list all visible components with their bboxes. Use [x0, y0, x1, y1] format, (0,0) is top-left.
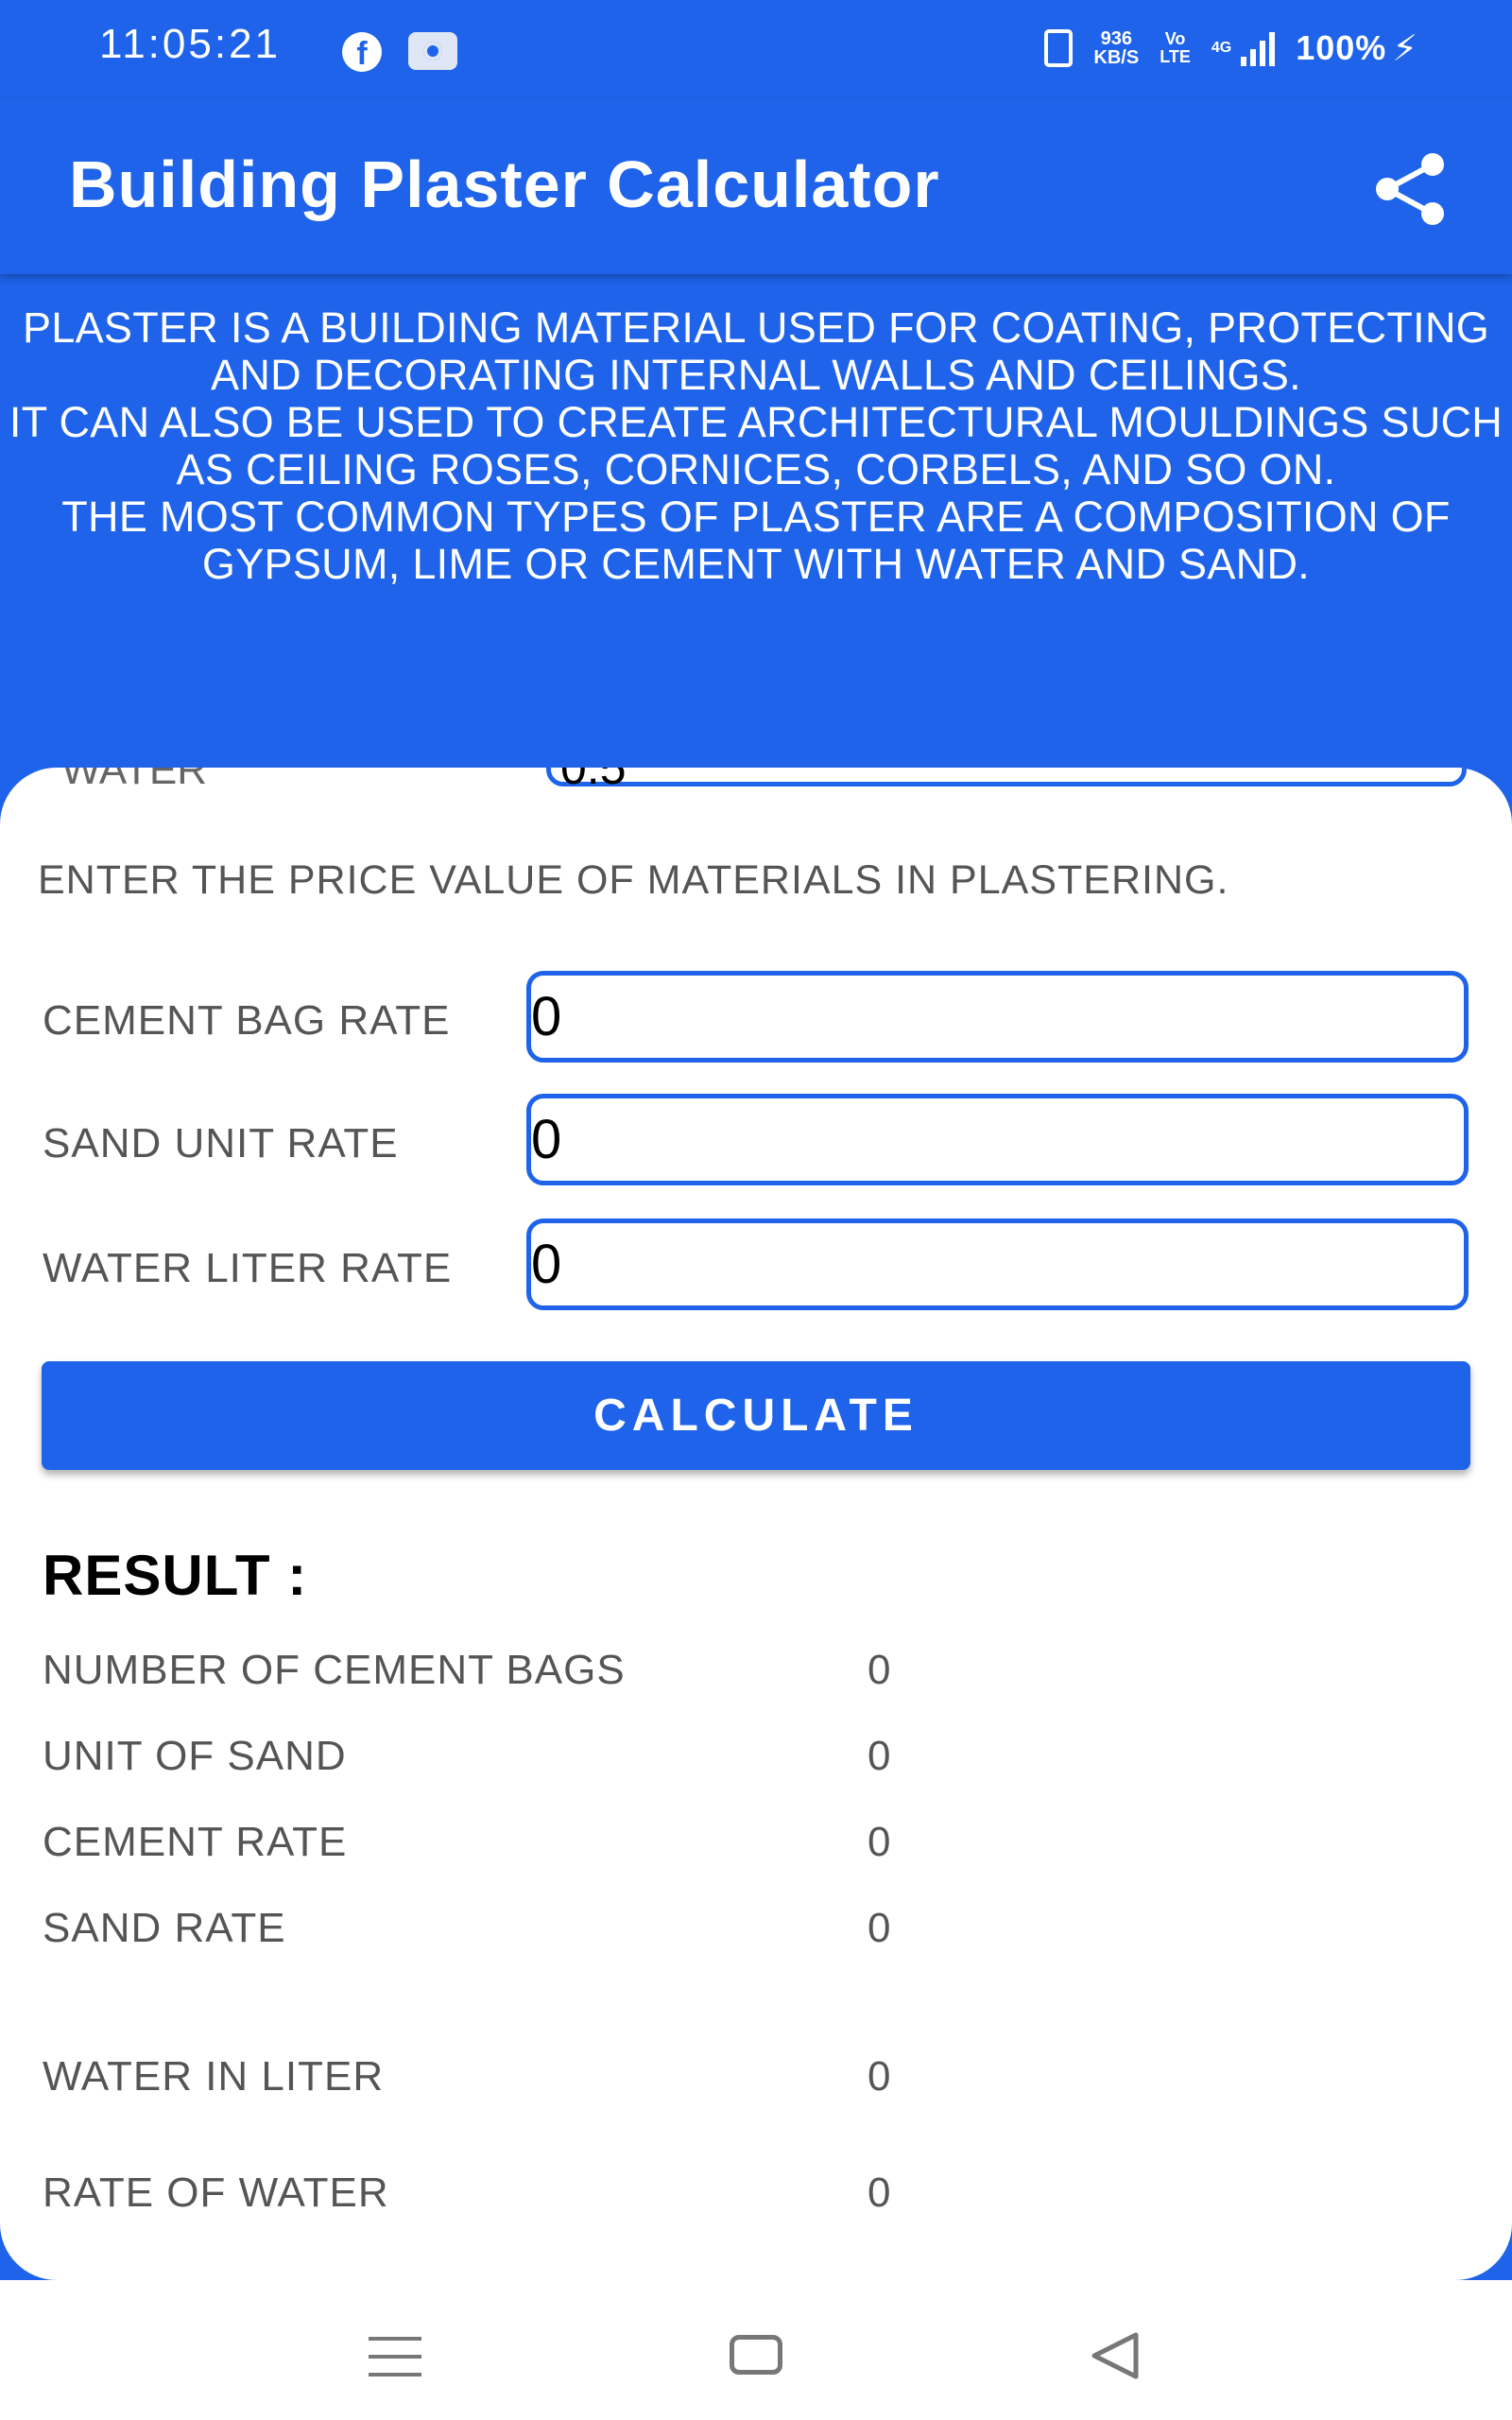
- net-speed-value: 936: [1100, 28, 1132, 49]
- calculator-card: WATER 0.5 ENTER THE PRICE VALUE OF MATER…: [0, 768, 1512, 2280]
- volte-bottom: LTE: [1160, 47, 1191, 66]
- back-icon[interactable]: [1087, 2329, 1143, 2382]
- result-label: RATE OF WATER: [43, 2169, 389, 2216]
- volte-indicator: Vo LTE: [1160, 30, 1191, 66]
- result-row: UNIT OF SAND 0: [0, 1733, 1512, 1789]
- vibrate-icon: [1044, 29, 1074, 67]
- result-row: WATER IN LITER 0: [0, 2053, 1512, 2110]
- result-label: NUMBER OF CEMENT BAGS: [43, 1647, 626, 1693]
- net-speed-unit: KB/S: [1093, 47, 1140, 68]
- sand-unit-rate-row: SAND UNIT RATE: [0, 1094, 1512, 1188]
- result-value: 0: [868, 1733, 891, 1779]
- result-label: WATER IN LITER: [43, 2053, 385, 2100]
- result-row: RATE OF WATER 0: [0, 2169, 1512, 2226]
- status-bar: 11:05:21 f 936 KB/S Vo LTE 4G 100% ⚡: [0, 0, 1512, 99]
- cement-bag-rate-label: CEMENT BAG RATE: [43, 997, 451, 1044]
- result-value: 0: [868, 1819, 891, 1865]
- cement-bag-rate-input[interactable]: [526, 971, 1469, 1063]
- result-value: 0: [868, 2169, 891, 2216]
- battery-level: 100%: [1296, 28, 1387, 67]
- share-icon[interactable]: [1370, 151, 1451, 227]
- facebook-icon: f: [342, 32, 382, 72]
- result-row: NUMBER OF CEMENT BAGS 0: [0, 1647, 1512, 1703]
- menu-icon[interactable]: [369, 2337, 421, 2377]
- net-speed: 936 KB/S: [1093, 29, 1139, 67]
- status-time: 11:05:21: [99, 21, 282, 67]
- water-liter-rate-row: WATER LITER RATE: [0, 1219, 1512, 1313]
- result-label: UNIT OF SAND: [43, 1733, 347, 1779]
- status-icons: 936 KB/S Vo LTE 4G 100% ⚡: [1044, 25, 1418, 72]
- info-banner: PLASTER IS A BUILDING MATERIAL USED FOR …: [0, 304, 1512, 588]
- water-ratio-input[interactable]: 0.5: [546, 768, 1467, 794]
- result-value: 0: [868, 1905, 891, 1951]
- water-ratio-label: WATER: [61, 768, 207, 793]
- network-type: 4G: [1211, 40, 1232, 56]
- cement-bag-rate-row: CEMENT BAG RATE: [0, 971, 1512, 1065]
- water-liter-rate-input[interactable]: [526, 1219, 1469, 1310]
- home-icon[interactable]: [730, 2335, 782, 2375]
- app-bar: Building Plaster Calculator: [0, 99, 1512, 274]
- result-value: 0: [868, 1647, 891, 1693]
- water-ratio-row: WATER 0.5: [0, 768, 1512, 815]
- battery-charging-icon: ⚡: [1392, 28, 1418, 69]
- result-value: 0: [868, 2053, 891, 2100]
- calculate-button[interactable]: CALCULATE: [42, 1361, 1470, 1470]
- info-text: PLASTER IS A BUILDING MATERIAL USED FOR …: [9, 303, 1503, 588]
- sand-unit-rate-input[interactable]: [526, 1094, 1469, 1185]
- result-label: CEMENT RATE: [43, 1819, 348, 1865]
- price-prompt: ENTER THE PRICE VALUE OF MATERIALS IN PL…: [38, 857, 1229, 903]
- sand-unit-rate-label: SAND UNIT RATE: [43, 1120, 399, 1167]
- result-row: SAND RATE 0: [0, 1905, 1512, 1962]
- result-row: CEMENT RATE 0: [0, 1819, 1512, 1876]
- water-liter-rate-label: WATER LITER RATE: [43, 1245, 453, 1291]
- navigation-bar: [0, 2280, 1512, 2420]
- volte-top: Vo: [1164, 29, 1186, 48]
- page-title: Building Plaster Calculator: [69, 147, 940, 221]
- water-ratio-value: 0.5: [560, 768, 627, 794]
- settings-icon: [408, 32, 457, 70]
- result-heading: RESULT :: [43, 1544, 308, 1607]
- signal-icon: [1241, 30, 1276, 66]
- result-label: SAND RATE: [43, 1905, 286, 1951]
